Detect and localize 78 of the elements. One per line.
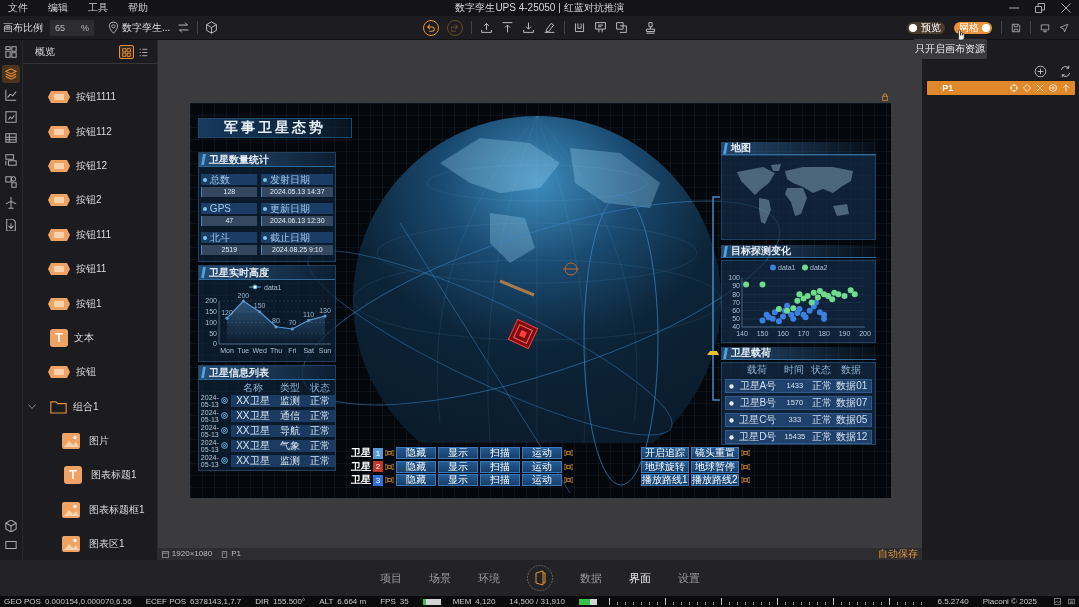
table-cell: 导航: [274, 424, 305, 437]
status-label: ECEF POS: [145, 596, 187, 607]
type-badge: T: [50, 328, 68, 347]
type-badge: T: [64, 466, 82, 485]
satellite-label: 卫星: [350, 460, 371, 473]
status-label: FPS: [380, 596, 396, 607]
table-cell-text: 正常: [810, 397, 833, 409]
save-status: 自动保存: [878, 548, 919, 560]
table-cell: 气象: [274, 439, 305, 452]
satellite-number: 1: [372, 447, 383, 459]
status-value: 155.500°: [273, 596, 306, 607]
status-label: MEM: [452, 596, 472, 607]
table-cell-text: 数据07: [835, 397, 869, 409]
table-cell-text: 卫星D号: [738, 431, 778, 443]
window-title: 数字孪生UPS 4-25050 | 红蓝对抗推演: [455, 2, 624, 14]
page-name: P1: [942, 82, 954, 94]
scale-label: 画布比例: [3, 21, 43, 34]
satellite-label: 卫星: [350, 474, 371, 486]
table-cell: XX卫星: [230, 409, 275, 422]
satellite-number: 3: [372, 474, 383, 486]
stat-label: 北斗: [209, 232, 230, 243]
column-header: 类型: [278, 382, 301, 393]
table-cell-text: 卫星B号: [738, 397, 778, 409]
column-header: 数据: [839, 364, 862, 376]
panel-title: 卫星载荷: [730, 347, 771, 359]
stat-label: 更新日期: [269, 203, 310, 214]
table-cell-text: 数据12: [835, 431, 869, 443]
table-cell-text: 数据05: [835, 414, 869, 426]
panel-title: 卫星数量统计: [208, 153, 269, 166]
copyright-label: Placoni © 2025: [982, 596, 1037, 607]
table-cell: XX卫星: [230, 424, 275, 437]
status-label: GEO POS: [4, 596, 41, 607]
table-cell-text: 卫星A号: [738, 380, 778, 392]
page-label: P1: [231, 549, 241, 559]
panel-title: 地图: [730, 142, 751, 154]
tooltip: 只开启画布资源: [913, 39, 987, 59]
table-cell: 正常: [304, 394, 335, 407]
table-cell: 通信: [274, 409, 305, 422]
status-label: DIR: [255, 596, 270, 607]
column-header: 载荷: [745, 364, 768, 376]
table-cell: 正常: [304, 439, 335, 452]
table-cell: XX卫星: [230, 439, 275, 452]
panel-title: 概览: [35, 45, 55, 58]
status-value: 6.664 m: [337, 596, 367, 607]
satellite-number: 2: [372, 461, 383, 472]
table-cell: 正常: [304, 454, 335, 467]
status-value: 6378143,1,7.7: [190, 596, 242, 607]
table-cell: 正常: [304, 409, 335, 422]
table-cell-text: 正常: [810, 431, 833, 443]
table-cell-text: 数据01: [835, 380, 869, 392]
status-value: 14,500 / 31,910: [509, 596, 565, 607]
version-label: 6.5.2740: [937, 596, 969, 607]
status-value: 35: [399, 596, 409, 607]
column-header: 名称: [241, 382, 264, 393]
dashboard-title: 军事卫星态势: [197, 118, 352, 138]
panel-title: 目标探测变化: [730, 245, 791, 257]
table-cell-text: 正常: [810, 414, 833, 426]
column-header: 时间: [782, 364, 805, 376]
stat-label: GPS: [209, 203, 231, 214]
satellite-label: 卫星: [350, 447, 371, 459]
table-cell: XX卫星: [230, 454, 275, 467]
status-value: 4,120: [475, 596, 496, 607]
stat-label: 总数: [209, 174, 230, 185]
column-header: 状态: [809, 364, 832, 376]
stat-label: 发射日期: [269, 174, 310, 185]
table-cell-text: 卫星C号: [738, 414, 778, 426]
table-cell: XX卫星: [230, 394, 275, 407]
panel-title: 卫星实时高度: [208, 266, 269, 279]
table-cell: 监测: [274, 454, 305, 467]
table-cell: 正常: [304, 424, 335, 437]
stat-label: 截止日期: [269, 232, 310, 243]
status-value: 0.000154,0.000070,6.56: [44, 596, 132, 607]
canvas-size: 1920×1080: [171, 549, 213, 559]
panel-title: 卫星信息列表: [208, 366, 269, 379]
table-cell: 监测: [274, 394, 305, 407]
column-header: 状态: [308, 382, 331, 393]
status-label: ALT: [319, 596, 334, 607]
table-cell-text: 正常: [810, 380, 833, 392]
